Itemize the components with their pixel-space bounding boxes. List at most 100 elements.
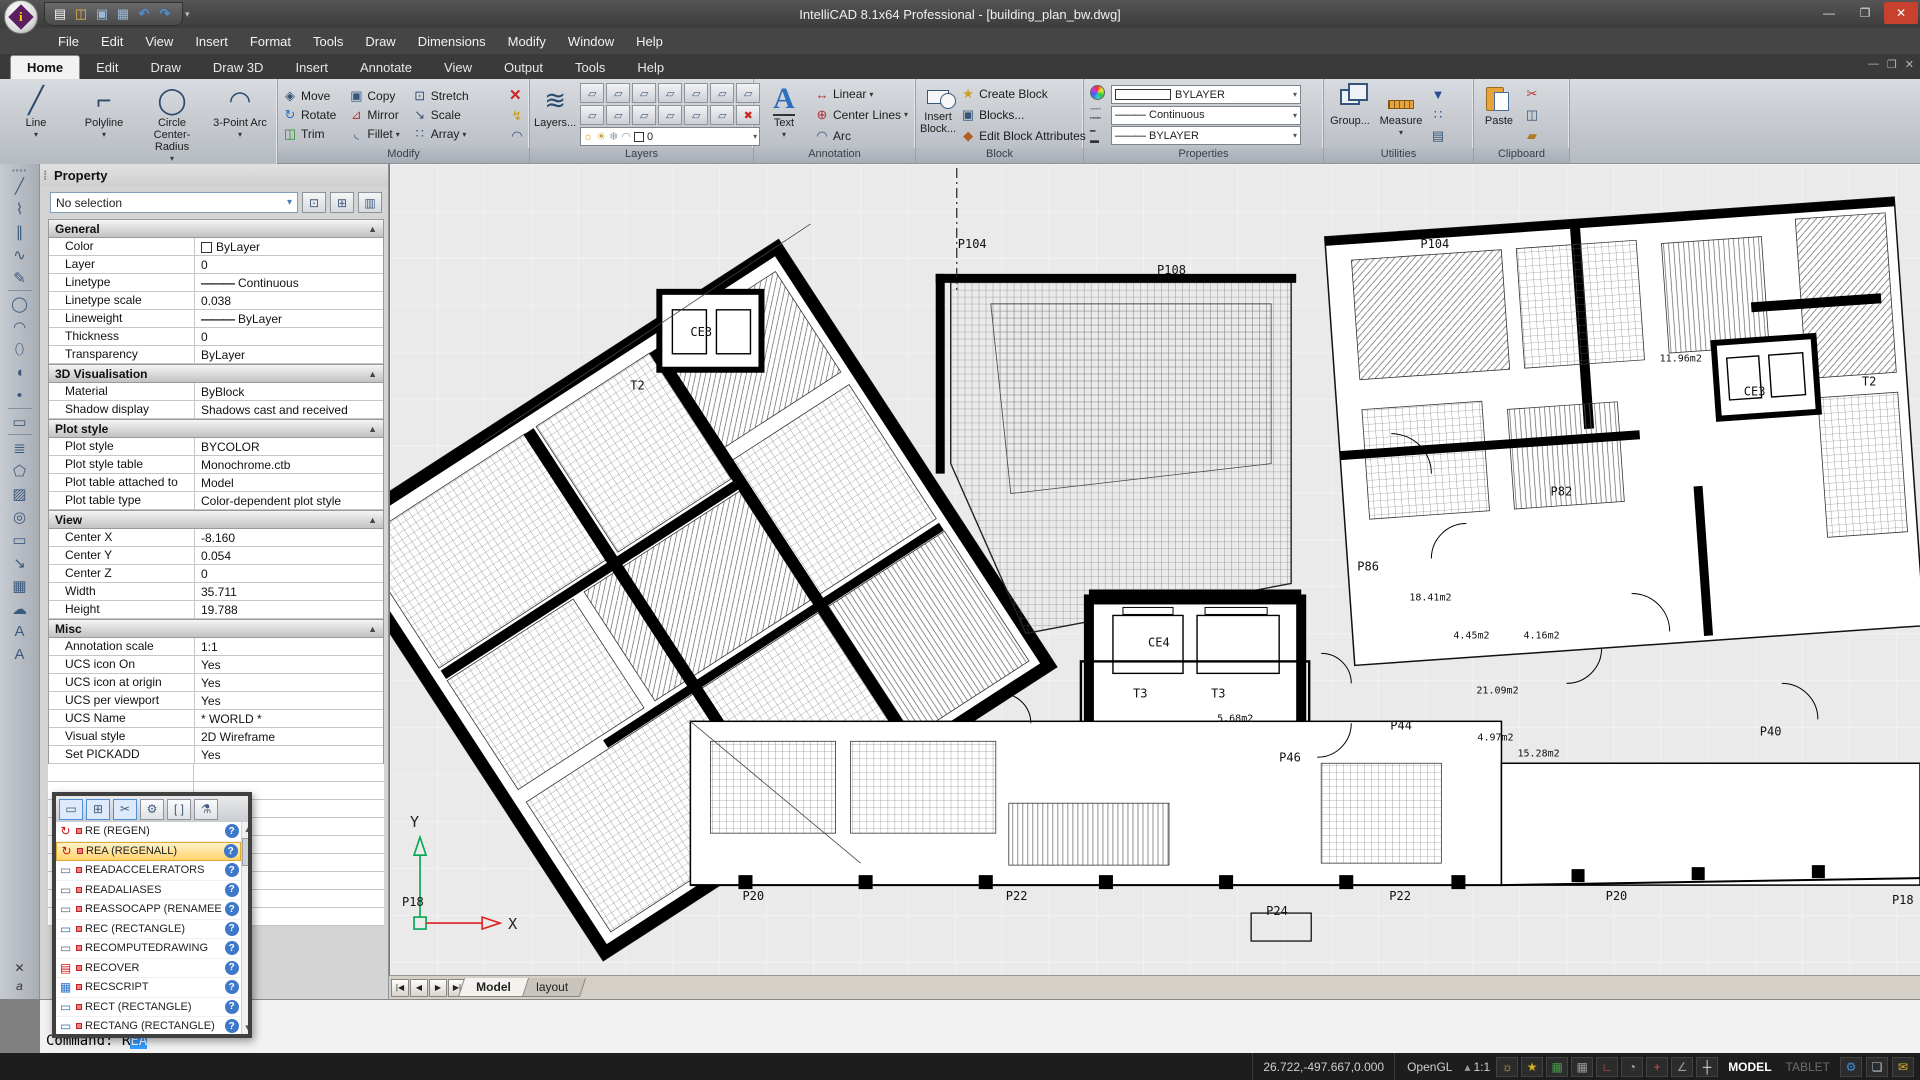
hatch-tool-icon[interactable]: ▦ [6, 574, 34, 597]
help-icon[interactable]: ? [225, 922, 239, 936]
group-button[interactable]: Group... [1328, 82, 1372, 148]
annotation-star-toggle[interactable]: ★ [1521, 1057, 1543, 1077]
ribbon-tab-view[interactable]: View [428, 56, 488, 79]
property-value[interactable]: Yes [195, 674, 383, 691]
menu-modify[interactable]: Modify [498, 31, 556, 52]
minimize-button[interactable]: — [1812, 2, 1846, 24]
menu-help[interactable]: Help [626, 31, 673, 52]
help-icon[interactable]: ? [225, 980, 239, 994]
close-button[interactable]: ✕ [1884, 2, 1918, 24]
section-header[interactable]: View▲ [49, 511, 383, 529]
command-suggestion[interactable]: ▦RECSCRIPT? [56, 978, 241, 998]
ribbon-tab-draw[interactable]: Draw [135, 56, 197, 79]
measure-button[interactable]: Measure ▾ [1376, 82, 1426, 148]
layer-tool-icon-4[interactable]: ▱ [658, 83, 682, 103]
property-value[interactable]: ByLayer [195, 346, 383, 363]
settings-gear-icon[interactable]: ⚙ [1840, 1057, 1862, 1077]
modify-array-button[interactable]: ∷Array▾ [412, 125, 469, 143]
section-header[interactable]: General▲ [49, 220, 383, 238]
property-value[interactable]: Shadows cast and received [195, 401, 383, 418]
prev-sheet-icon[interactable]: ◀ [410, 979, 428, 997]
layer-tool-icon-2[interactable]: ▱ [606, 83, 630, 103]
layer-tool-icon-11[interactable]: ▱ [658, 105, 682, 125]
menu-insert[interactable]: Insert [185, 31, 238, 52]
copy-icon[interactable]: ◫ [1524, 107, 1540, 123]
section-header[interactable]: Plot style▲ [49, 420, 383, 438]
selection-dropdown[interactable]: No selection ▾ [50, 192, 298, 213]
linetype-select[interactable]: ——— Continuous▾ [1111, 106, 1301, 125]
property-value[interactable]: Yes [195, 656, 383, 673]
property-value[interactable]: ———Continuous [195, 274, 383, 291]
property-value[interactable]: 2D Wireframe [195, 728, 383, 745]
ribbon-tab-output[interactable]: Output [488, 56, 559, 79]
insert-block-button[interactable]: Insert Block... [920, 82, 956, 148]
ribbon-tab-home[interactable]: Home [10, 55, 80, 79]
property-value[interactable]: 0.038 [195, 292, 383, 309]
layers-button[interactable]: ≋ Layers... [534, 82, 576, 148]
paste-button[interactable]: Paste [1478, 82, 1520, 148]
delete-icon[interactable]: ✕ [509, 86, 525, 104]
help-icon[interactable]: ? [225, 1000, 239, 1014]
block-blocks--button[interactable]: ▣Blocks... [960, 106, 1086, 124]
help-icon[interactable]: ? [225, 824, 239, 838]
annotation-scale-control[interactable]: ▴ 1:1 [1464, 1060, 1490, 1074]
ribbon-tab-annotate[interactable]: Annotate [344, 56, 428, 79]
help-icon[interactable]: ? [225, 1019, 239, 1033]
doc-minimize-icon[interactable]: — [1868, 58, 1879, 71]
crosshair-toggle[interactable]: ┼ [1696, 1057, 1718, 1077]
polar-tracking-toggle[interactable]: ◔ [1621, 1057, 1643, 1077]
elliptical-arc-tool-icon[interactable]: ◖ [6, 361, 34, 384]
property-value[interactable]: 0 [195, 256, 383, 273]
command-suggestion[interactable]: ↻REA (REGENALL)? [56, 842, 241, 862]
popup-brackets-button[interactable]: [ ] [167, 799, 191, 820]
edit-page-icon[interactable]: ▤ [1430, 128, 1446, 144]
menu-edit[interactable]: Edit [91, 31, 133, 52]
modify-rotate-button[interactable]: ↻Rotate [282, 106, 336, 124]
model-space-toggle[interactable]: MODEL [1724, 1060, 1775, 1074]
popup-settings-button[interactable]: ⚙ [140, 799, 164, 820]
save-file-icon[interactable]: ▣ [93, 5, 111, 23]
menu-file[interactable]: File [48, 31, 89, 52]
popup-insert-button[interactable]: ⊞ [86, 799, 110, 820]
layer-tool-icon-13[interactable]: ▱ [710, 105, 734, 125]
scroll-down-icon[interactable]: ▼ [242, 1020, 248, 1034]
command-suggestion[interactable]: ▭REASSOCAPP (RENAMEE? [56, 900, 241, 920]
annotation-linear-button[interactable]: ↔Linear▾ [814, 85, 908, 103]
open-file-icon[interactable]: ◫ [72, 5, 90, 23]
format-painter-icon[interactable]: ▰ [1524, 128, 1540, 144]
renderer-label[interactable]: OpenGL [1401, 1060, 1458, 1074]
save-as-icon[interactable]: ▦ [114, 5, 132, 23]
arc-tool-icon[interactable]: ◠ [6, 315, 34, 338]
line-tool-icon[interactable]: ╱ [6, 174, 34, 197]
lock-icon[interactable]: ◠ [509, 128, 525, 144]
property-value[interactable]: Yes [195, 746, 383, 763]
help-icon[interactable]: ? [225, 863, 239, 877]
property-value[interactable]: 1:1 [195, 638, 383, 655]
block-edit-block-attributes-button[interactable]: ◆Edit Block Attributes [960, 127, 1086, 145]
tablet-toggle[interactable]: TABLET [1782, 1060, 1834, 1074]
polygon-tool-icon[interactable]: ⬠ [6, 459, 34, 482]
draw-button-line[interactable]: ╱Line▾ [4, 82, 68, 163]
command-suggestion[interactable]: ▭READACCELERATORS? [56, 861, 241, 881]
command-suggestion[interactable]: ▭READALIASES? [56, 881, 241, 901]
annotation-lightbulb-toggle[interactable]: ☼ [1496, 1057, 1518, 1077]
window-cascade-icon[interactable]: ❏ [1866, 1057, 1888, 1077]
help-icon[interactable]: ? [225, 883, 239, 897]
text-button[interactable]: A Text ▾ [758, 82, 810, 148]
layer-tool-icon-6[interactable]: ▱ [710, 83, 734, 103]
new-file-icon[interactable]: ▤ [51, 5, 69, 23]
popup-window-button[interactable]: ▭ [59, 799, 83, 820]
command-suggestion[interactable]: ▭RECT (RECTANGLE)? [56, 998, 241, 1018]
menu-format[interactable]: Format [240, 31, 301, 52]
scroll-up-icon[interactable]: ▲ [242, 822, 248, 836]
ribbon-tab-draw-3d[interactable]: Draw 3D [197, 56, 280, 79]
modify-trim-button[interactable]: ◫Trim [282, 125, 336, 143]
layer-select[interactable]: ☼☀❄◠0▾ [580, 127, 760, 146]
modify-copy-button[interactable]: ▣Copy [348, 87, 399, 105]
modify-fillet-button[interactable]: ◟Fillet▾ [348, 125, 399, 143]
property-value[interactable]: 19.788 [195, 601, 383, 618]
layer-tool-icon-5[interactable]: ▱ [684, 83, 708, 103]
property-value[interactable]: ByLayer [195, 238, 383, 255]
ellipse-tool-icon[interactable]: ⬯ [6, 338, 34, 361]
section-header[interactable]: Misc▲ [49, 620, 383, 638]
